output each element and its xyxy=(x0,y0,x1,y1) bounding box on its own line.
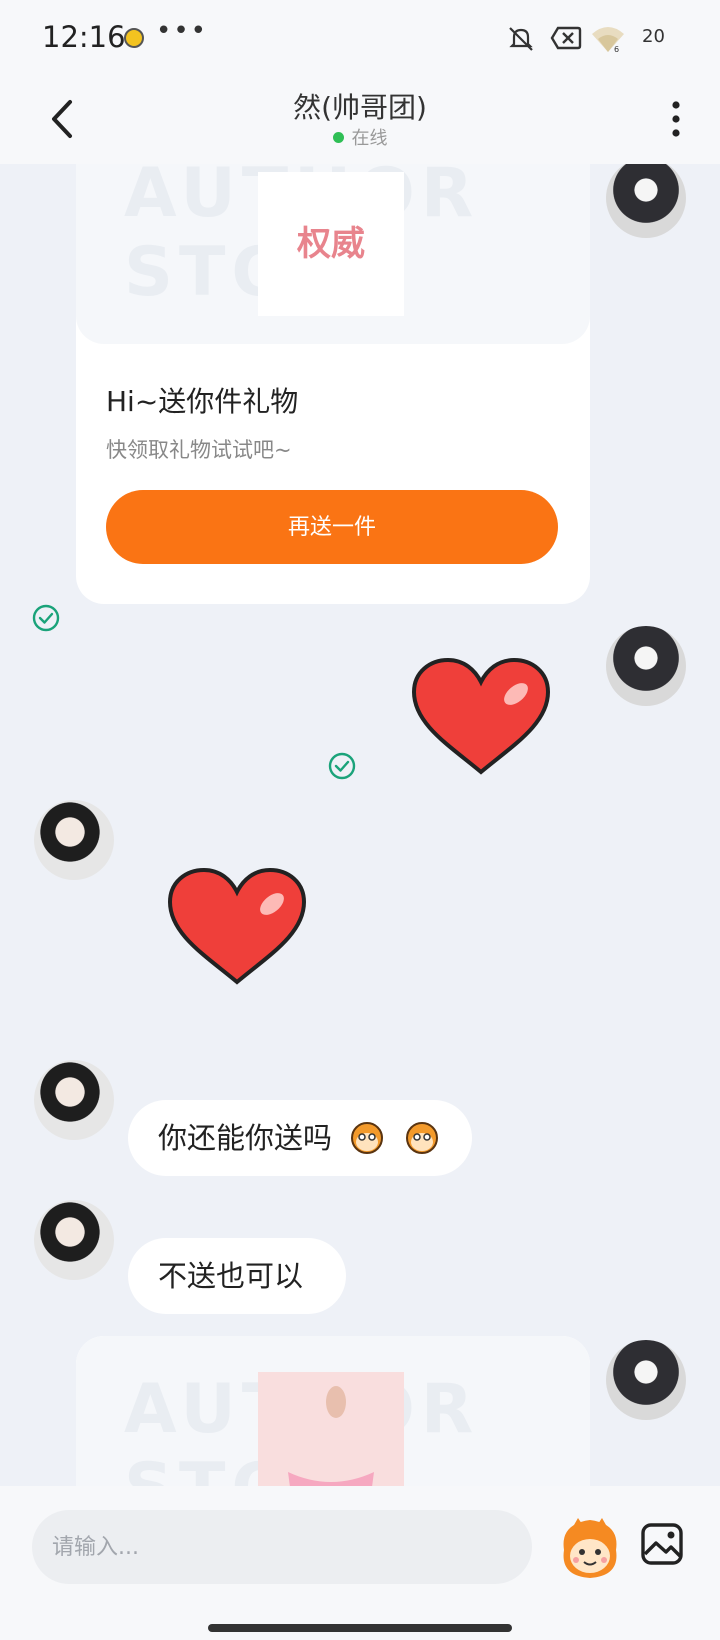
monkey-emoji-icon xyxy=(351,1122,384,1154)
message-input[interactable] xyxy=(32,1510,532,1584)
avatar-self[interactable] xyxy=(606,164,686,238)
status-bar: 12:16 ••• 6 20 xyxy=(0,0,720,80)
gift-illustration xyxy=(288,1386,374,1486)
check-circle-icon xyxy=(328,752,356,780)
more-vert-icon[interactable] xyxy=(664,94,688,144)
send-again-button[interactable]: 再送一件 xyxy=(106,490,558,564)
gift-card-banner: AUTHOR STORE xyxy=(76,1336,590,1486)
monkey-emoji-icon xyxy=(406,1122,439,1154)
emoji-icon[interactable] xyxy=(554,1510,626,1584)
check-circle-icon xyxy=(32,604,60,632)
chat-header: 然(帅哥团) 在线 xyxy=(0,80,720,164)
presence-label: 在线 xyxy=(351,128,388,149)
message-text: 不送也可以 xyxy=(158,1259,304,1293)
gift-image xyxy=(258,1372,404,1486)
wifi-icon: 6 xyxy=(592,27,624,54)
heart-sticker xyxy=(411,658,551,775)
avatar-self[interactable] xyxy=(606,626,686,706)
avatar-contact[interactable] xyxy=(34,800,114,880)
status-time: 12:16 xyxy=(42,20,126,54)
more-notifications-icon: ••• xyxy=(156,16,209,46)
gift-card: AUTHOR STORE 权威 Hi~送你件礼物 快领取礼物试试吧~ 再送一件 xyxy=(76,164,590,604)
gift-card-banner: AUTHOR STORE 权威 xyxy=(76,164,590,344)
gift-card: AUTHOR STORE xyxy=(76,1336,590,1486)
message-text: 你还能你送吗 xyxy=(158,1121,333,1155)
avatar-contact[interactable] xyxy=(34,1200,114,1280)
message-bubble[interactable]: 你还能你送吗 xyxy=(128,1100,472,1176)
avatar-self[interactable] xyxy=(606,1340,686,1420)
app-notification-icon xyxy=(124,28,144,48)
battery-level: 20 xyxy=(642,26,665,47)
image-icon[interactable] xyxy=(640,1522,684,1566)
gift-image: 权威 xyxy=(258,172,404,316)
gift-card-title: Hi~送你件礼物 xyxy=(106,385,299,418)
svg-text:6: 6 xyxy=(614,45,619,54)
chat-title: 然(帅哥团) xyxy=(293,91,427,124)
online-dot-icon xyxy=(332,132,344,143)
home-indicator[interactable] xyxy=(208,1624,512,1632)
heart-sticker xyxy=(167,868,307,985)
gift-card-subtitle: 快领取礼物试试吧~ xyxy=(106,438,292,462)
message-bubble[interactable]: 不送也可以 xyxy=(128,1238,346,1314)
battery-saver-icon xyxy=(550,26,582,50)
presence-status: 在线 xyxy=(0,124,720,150)
gift-image-text: 权威 xyxy=(297,224,365,264)
message-list[interactable]: AUTHOR STORE 权威 Hi~送你件礼物 快领取礼物试试吧~ 再送一件 … xyxy=(0,164,720,1486)
mute-icon xyxy=(509,27,533,51)
avatar-contact[interactable] xyxy=(34,1060,114,1140)
input-bar xyxy=(0,1486,720,1640)
